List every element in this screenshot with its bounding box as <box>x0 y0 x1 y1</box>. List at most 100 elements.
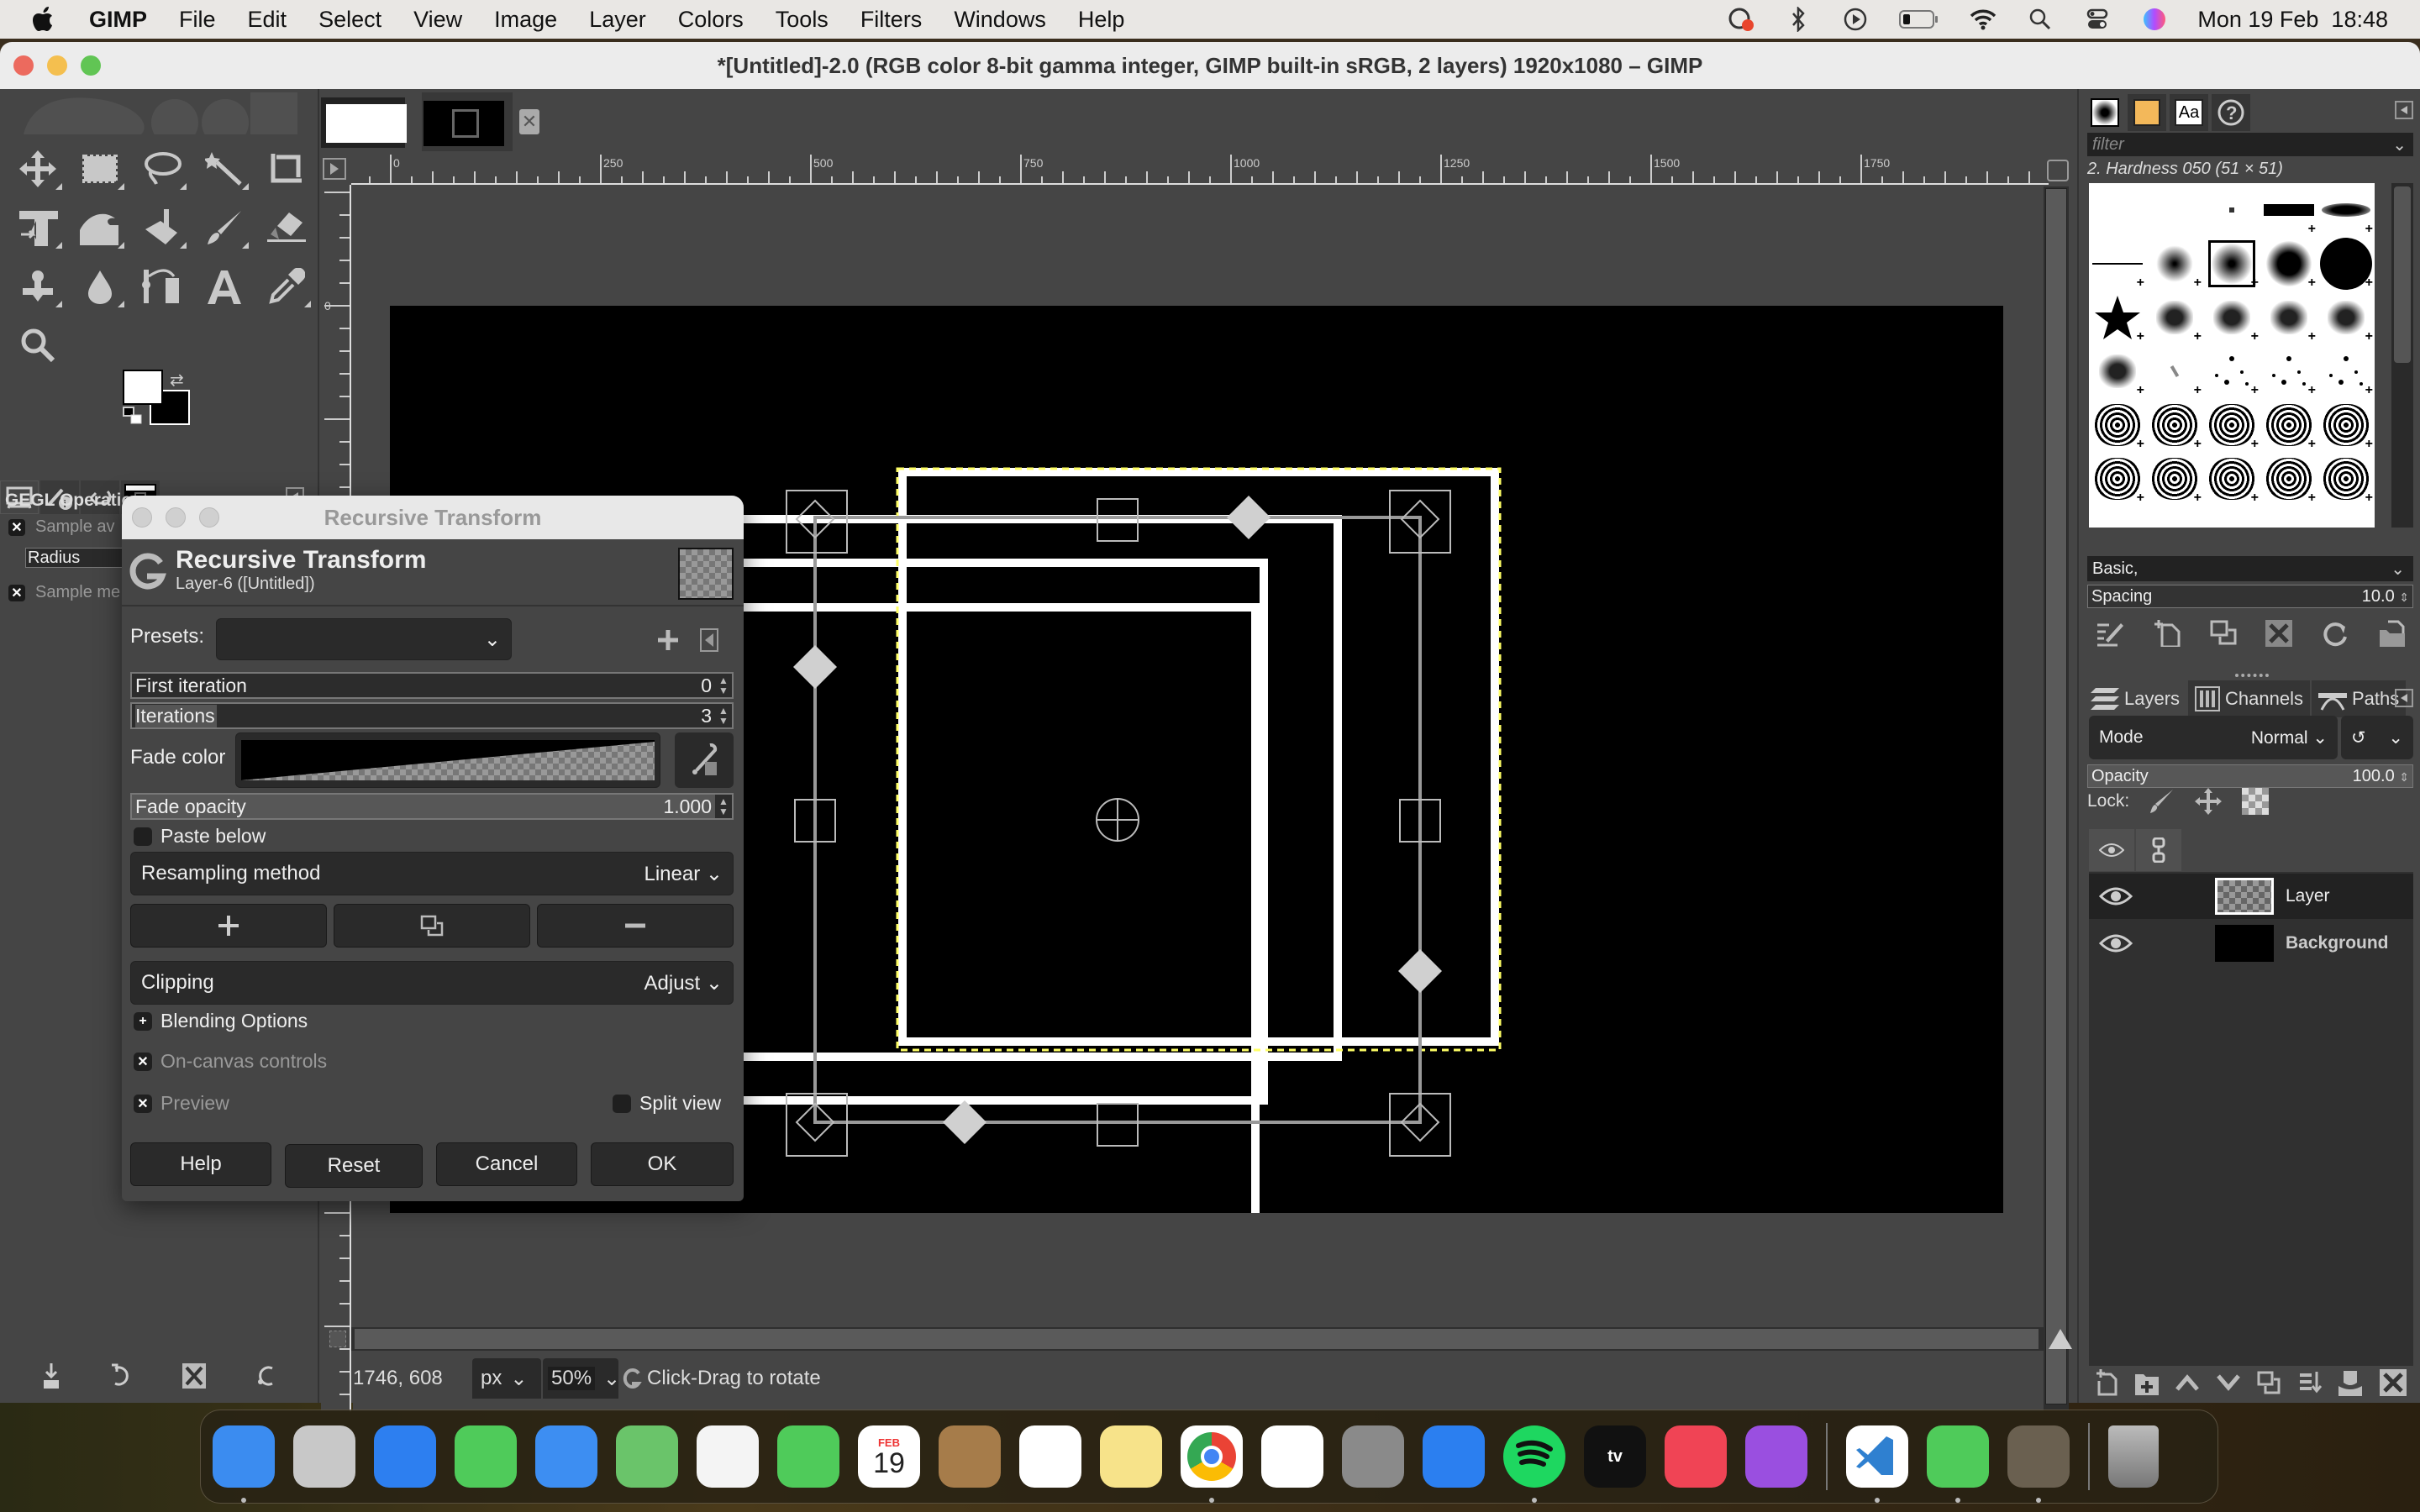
merge-layer-icon[interactable] <box>2298 1370 2322 1395</box>
menu-app-name[interactable]: GIMP <box>89 7 147 33</box>
fade-color-picker-button[interactable] <box>675 732 734 788</box>
tab-fonts[interactable]: Aa <box>2170 94 2208 131</box>
brush-grid[interactable]: + + + + + + + + + + + + + + + + + + + + + + + + + + + <box>2089 183 2375 528</box>
edit-brush-icon[interactable] <box>2096 620 2124 647</box>
brush-item[interactable] <box>2089 183 2146 237</box>
warp-transform-tool-button[interactable] <box>69 198 131 257</box>
navigate-icon[interactable] <box>2047 1327 2074 1351</box>
eye-visible-icon[interactable] <box>2099 933 2133 953</box>
brush-item[interactable]: + <box>2146 452 2203 506</box>
split-view-checkbox[interactable]: Split view <box>613 1092 721 1115</box>
bucket-fill-tool-button[interactable] <box>131 198 193 257</box>
tab-patterns[interactable] <box>2128 94 2166 131</box>
corner-handle-br[interactable] <box>1389 1093 1451 1157</box>
brush-tag-select[interactable]: Basic, ⌄ <box>2087 556 2413 581</box>
help-button[interactable]: Help <box>130 1142 271 1186</box>
checkbox-checked-icon[interactable]: ✕ <box>134 1094 152 1113</box>
dock-app-messages[interactable] <box>455 1425 517 1488</box>
menu-help[interactable]: Help <box>1078 7 1125 33</box>
menu-image[interactable]: Image <box>494 7 557 33</box>
brush-scroll-thumb[interactable] <box>2394 186 2411 363</box>
menu-file[interactable]: File <box>179 7 216 33</box>
dialog-close-button[interactable] <box>132 507 152 528</box>
menu-layer[interactable]: Layer <box>589 7 646 33</box>
brush-item[interactable]: + <box>2317 344 2375 398</box>
checkbox-checked-icon[interactable]: ✕ <box>134 1052 152 1071</box>
unit-select[interactable]: px ⌄ <box>472 1358 541 1399</box>
dock-app-mail[interactable] <box>535 1425 597 1488</box>
shear-handle-left[interactable] <box>793 645 837 689</box>
spin-arrows-icon[interactable]: ▲ ▼ <box>715 704 732 727</box>
dock-app-contacts[interactable] <box>939 1425 1001 1488</box>
duplicate-layer-icon[interactable] <box>2257 1371 2281 1394</box>
close-window-button[interactable] <box>13 55 34 76</box>
edge-handle-bottom[interactable] <box>1097 1103 1139 1147</box>
brush-item[interactable]: + <box>2089 237 2146 291</box>
foreground-color[interactable] <box>123 370 163 405</box>
menu-view[interactable]: View <box>413 7 462 33</box>
dock-app-podcasts[interactable] <box>1745 1425 1807 1488</box>
menu-tools[interactable]: Tools <box>776 7 829 33</box>
spotlight-search-icon[interactable] <box>2026 5 2054 34</box>
sample-average-option[interactable]: ✕ Sample av <box>8 517 115 537</box>
checkbox-unchecked-icon[interactable] <box>134 827 152 846</box>
menu-windows[interactable]: Windows <box>954 7 1046 33</box>
dock-app-music[interactable] <box>1665 1425 1727 1488</box>
smudge-tool-button[interactable] <box>69 257 131 316</box>
blending-options-expander[interactable]: + Blending Options <box>134 1010 308 1032</box>
fade-opacity-spinner[interactable]: Fade opacity 1.000 ▲ ▼ <box>130 793 734 820</box>
checkbox-unchecked-icon[interactable] <box>613 1094 631 1113</box>
brush-item[interactable]: + <box>2203 452 2260 506</box>
dock-app-spotify[interactable] <box>1503 1425 1565 1503</box>
delete-options-icon[interactable] <box>182 1363 206 1389</box>
brush-item[interactable]: + <box>2089 398 2146 452</box>
lock-pixels-icon[interactable] <box>2149 788 2175 815</box>
apple-menu-icon[interactable] <box>30 5 59 34</box>
delete-brush-icon[interactable] <box>2265 620 2293 647</box>
dock-app-safari[interactable] <box>374 1425 436 1488</box>
brush-item[interactable]: + <box>2260 291 2317 344</box>
eraser-tool-button[interactable] <box>255 198 318 257</box>
tab-channels[interactable]: Channels <box>2188 680 2310 717</box>
dock-app-apple-tv[interactable]: tv <box>1584 1425 1646 1488</box>
dialog-zoom-button[interactable] <box>199 507 219 528</box>
add-transform-button[interactable] <box>130 904 327 948</box>
dock-app-facetime[interactable] <box>777 1425 839 1488</box>
dock-app-chrome[interactable] <box>1181 1425 1243 1503</box>
clone-tool-button[interactable] <box>7 257 69 316</box>
dock-app-launchpad[interactable] <box>293 1425 355 1488</box>
layer-row-background[interactable]: Background <box>2089 921 2413 966</box>
new-layer-group-icon[interactable] <box>2134 1369 2159 1396</box>
layer-name[interactable]: Layer <box>2286 886 2330 906</box>
spin-arrows-icon[interactable]: ⇕ <box>2399 770 2409 784</box>
dialog-minimize-button[interactable] <box>166 507 186 528</box>
brush-item[interactable]: + <box>2203 398 2260 452</box>
tab-help[interactable]: ? <box>2212 94 2250 131</box>
brush-item[interactable]: + <box>2317 452 2375 506</box>
brush-item[interactable]: + <box>2146 237 2203 291</box>
preview-checkbox[interactable]: ✕ Preview <box>134 1092 229 1115</box>
raise-layer-icon[interactable] <box>2175 1374 2200 1391</box>
brushes-menu-button[interactable] <box>2395 101 2413 119</box>
text-tool-button[interactable] <box>193 257 255 316</box>
horizontal-scrollbar[interactable] <box>351 1327 2044 1351</box>
siri-icon[interactable] <box>2140 5 2169 34</box>
horizontal-ruler[interactable]: 0 250 500 750 1000 1250 1500 1750 <box>351 153 2049 185</box>
reset-options-icon[interactable] <box>255 1363 277 1389</box>
zoom-tool-button[interactable] <box>7 316 69 375</box>
brush-item[interactable]: + <box>2146 291 2203 344</box>
creative-cloud-icon[interactable] <box>1727 5 1755 34</box>
new-brush-icon[interactable] <box>2154 620 2181 647</box>
control-center-icon[interactable] <box>2083 5 2112 34</box>
zoom-window-button[interactable] <box>81 55 101 76</box>
shear-handle-right[interactable] <box>1398 949 1442 993</box>
brush-filter-input[interactable]: filter ⌄ <box>2087 133 2413 156</box>
rect-select-tool-button[interactable] <box>69 139 131 198</box>
paths-tool-button[interactable] <box>131 257 193 316</box>
brush-item[interactable]: + <box>2317 183 2375 237</box>
dock-app-vs-code[interactable] <box>1846 1425 1908 1503</box>
menu-edit[interactable]: Edit <box>248 7 287 33</box>
image-tab-1[interactable] <box>321 97 407 148</box>
layer-row-layer[interactable]: Layer <box>2089 874 2413 919</box>
brush-item[interactable] <box>2203 183 2260 237</box>
